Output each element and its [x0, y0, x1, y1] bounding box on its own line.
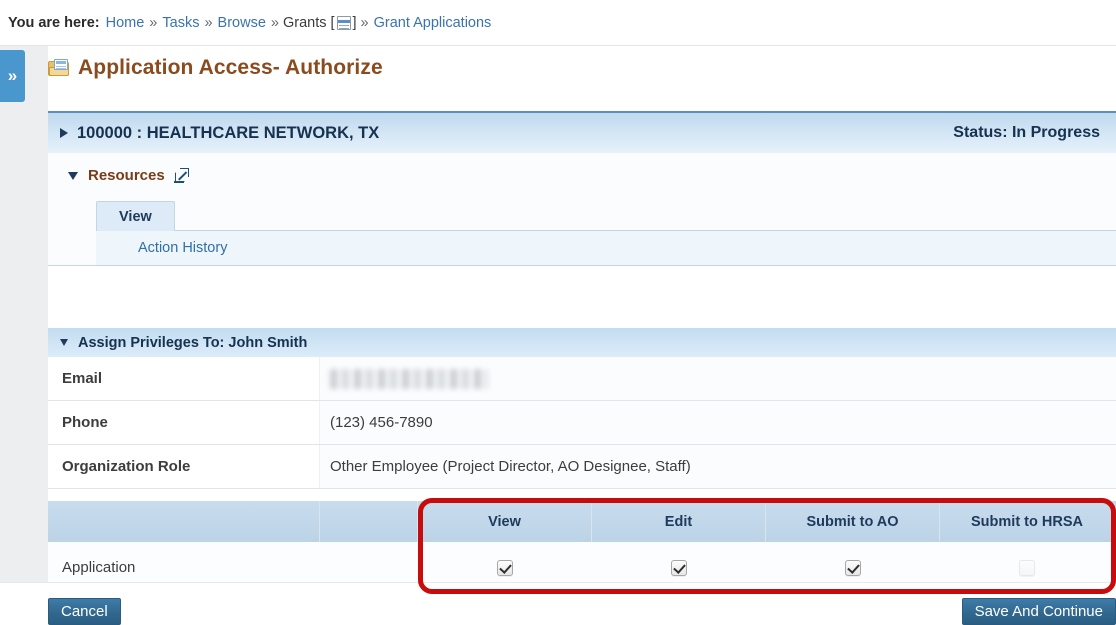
checkbox-edit[interactable]: [671, 560, 687, 576]
permissions-col-edit: Edit: [592, 501, 766, 542]
resources-label: Resources: [88, 167, 165, 184]
detail-label-email: Email: [48, 357, 320, 400]
breadcrumb-item-browse[interactable]: Browse: [218, 15, 266, 31]
breadcrumb-separator: »: [271, 15, 279, 31]
external-link-icon[interactable]: [175, 169, 188, 182]
permissions-col-spacer: [320, 501, 418, 542]
organization-header: 100000 : HEALTHCARE NETWORK, TX Status: …: [48, 111, 1116, 153]
permissions-table-header: View Edit Submit to AO Submit to HRSA: [48, 501, 1116, 542]
breadcrumb-bracket-open: [: [330, 15, 334, 31]
detail-value-phone: (123) 456-7890: [320, 401, 1116, 444]
permissions-col-view: View: [418, 501, 592, 542]
save-and-continue-button-label: Save And Continue: [975, 603, 1103, 620]
cancel-button[interactable]: Cancel: [48, 598, 121, 625]
permissions-col-submit-to-ao: Submit to AO: [766, 501, 940, 542]
page-title-text: Application Access- Authorize: [78, 56, 383, 80]
breadcrumb-item-grants: Grants: [283, 15, 327, 31]
resources-section: Resources View Action History: [48, 153, 1116, 266]
detail-row-organization-role: Organization Role Other Employee (Projec…: [48, 445, 1116, 489]
assign-privileges-header: Assign Privileges To: John Smith: [48, 328, 1116, 357]
breadcrumb-item-tasks[interactable]: Tasks: [162, 15, 199, 31]
breadcrumb-item-home[interactable]: Home: [106, 15, 145, 31]
status-badge: Status: In Progress: [953, 124, 1100, 142]
caret-right-icon[interactable]: [60, 128, 68, 138]
checkbox-submit-to-ao[interactable]: [845, 560, 861, 576]
action-history-link[interactable]: Action History: [138, 240, 227, 256]
detail-value-organization-role: Other Employee (Project Director, AO Des…: [320, 445, 1116, 488]
breadcrumb-bracket-close: ]: [353, 15, 357, 31]
organization-title: 100000 : HEALTHCARE NETWORK, TX: [77, 124, 379, 143]
detail-value-email: [320, 357, 1116, 400]
tab-view-label: View: [119, 209, 152, 225]
cancel-button-label: Cancel: [61, 603, 108, 620]
folder-icon: [48, 59, 70, 77]
grid-icon[interactable]: [337, 16, 351, 30]
permissions-col-name: [48, 501, 320, 542]
tab-view[interactable]: View: [96, 201, 175, 231]
breadcrumb-separator: »: [361, 15, 369, 31]
sidebar-expand-toggle[interactable]: »: [0, 50, 25, 102]
detail-label-organization-role: Organization Role: [48, 445, 320, 488]
main-content-panel: Application Access- Authorize 100000 : H…: [48, 46, 1116, 594]
breadcrumb-separator: »: [149, 15, 157, 31]
double-chevron-right-icon: »: [8, 66, 17, 86]
redacted-email-value: [330, 369, 488, 389]
caret-down-icon[interactable]: [68, 172, 78, 180]
detail-row-phone: Phone (123) 456-7890: [48, 401, 1116, 445]
save-and-continue-button[interactable]: Save And Continue: [962, 598, 1116, 625]
permissions-col-submit-to-hrsa: Submit to HRSA: [940, 501, 1114, 542]
resources-tabstrip: View: [96, 201, 1116, 231]
user-detail-rows: Email Phone (123) 456-7890 Organization …: [48, 357, 1116, 489]
breadcrumb-separator: »: [204, 15, 212, 31]
resources-header: Resources: [48, 153, 1116, 184]
left-gutter: [0, 46, 48, 594]
resources-tab-body: Action History: [96, 231, 1116, 265]
assign-privileges-title: Assign Privileges To: John Smith: [78, 335, 307, 351]
checkbox-view[interactable]: [497, 560, 513, 576]
breadcrumb-item-grant-applications[interactable]: Grant Applications: [374, 15, 492, 31]
breadcrumb: You are here: Home » Tasks » Browse » Gr…: [0, 0, 1116, 46]
breadcrumb-prefix: You are here:: [8, 15, 100, 31]
page-title: Application Access- Authorize: [48, 56, 383, 80]
detail-label-phone: Phone: [48, 401, 320, 444]
bottom-strip: [0, 582, 1116, 594]
caret-down-icon[interactable]: [60, 339, 68, 346]
permissions-table: View Edit Submit to AO Submit to HRSA Ap…: [48, 501, 1116, 594]
detail-row-email: Email: [48, 357, 1116, 401]
checkbox-submit-to-hrsa[interactable]: [1019, 560, 1035, 576]
